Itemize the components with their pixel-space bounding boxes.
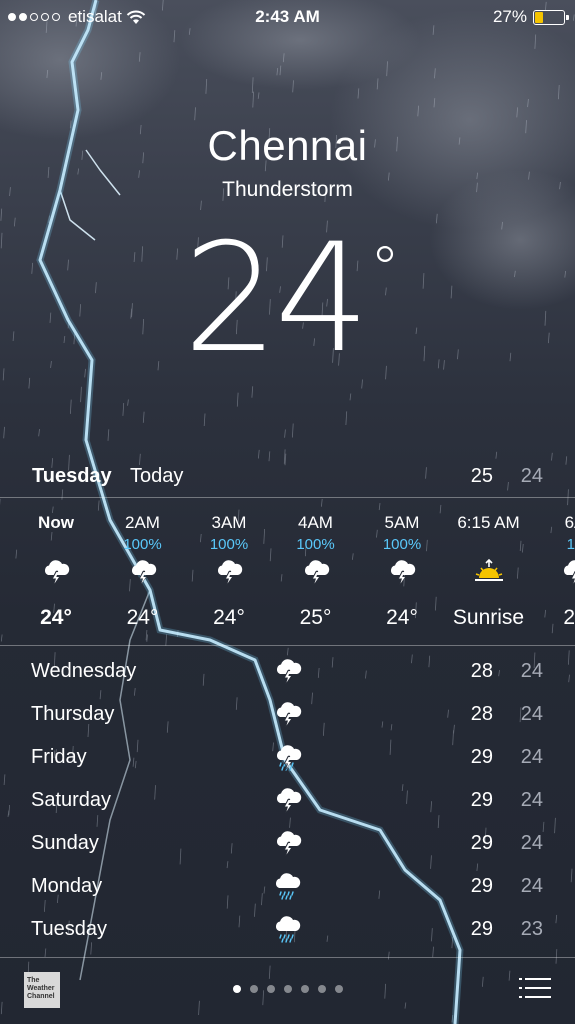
hourly-time: 4AM	[298, 513, 333, 532]
hourly-time: 2AM	[125, 513, 160, 532]
hourly-time: Now	[38, 513, 74, 532]
hourly-time: 5AM	[384, 513, 420, 532]
thunderstorm-icon	[272, 657, 304, 685]
battery-icon	[533, 9, 569, 25]
page-dot[interactable]	[266, 985, 275, 993]
hourly-temperature: 24°	[386, 606, 418, 629]
daily-low: 24	[520, 789, 543, 811]
daily-forecast-row: Friday 29 24	[0, 736, 575, 779]
thunderstorm-icon	[559, 558, 575, 586]
daily-forecast-row: Wednesday 28 24	[0, 650, 575, 693]
daily-day-name: Monday	[31, 875, 103, 897]
daily-day-name: Saturday	[31, 789, 112, 811]
thunderstorm-icon	[386, 558, 418, 586]
thunderstorm-icon	[127, 558, 159, 586]
hourly-temperature: 24°	[126, 606, 159, 629]
sunrise-icon	[473, 558, 505, 586]
daily-low: 24	[520, 746, 543, 768]
current-temperature-value: 24	[183, 212, 370, 386]
daily-high: 29	[470, 789, 493, 811]
footer-bar: The Weather Channel	[0, 958, 575, 1024]
city-name: Chennai	[207, 122, 368, 169]
today-high: 25	[470, 465, 493, 487]
page-dot[interactable]	[249, 985, 258, 993]
rain-icon	[272, 915, 304, 943]
daily-low: 24	[520, 660, 543, 682]
city-list-icon[interactable]	[519, 976, 551, 1000]
thunderstorm-icon	[272, 786, 304, 814]
daily-low: 23	[520, 918, 543, 940]
daily-low: 24	[520, 832, 543, 854]
page-dot[interactable]	[232, 985, 241, 993]
hourly-forecast-strip[interactable]: Now 24° 2AM 100% 24° 3AM 100% 24° 4AM 100% 25° 5AM 1…	[0, 498, 575, 646]
battery-group: 27%	[492, 7, 569, 27]
rain-thunder-icon	[272, 743, 304, 771]
page-dot[interactable]	[317, 985, 326, 993]
page-indicator[interactable]	[0, 985, 575, 993]
daily-forecast-row: Tuesday 29 23	[0, 908, 575, 951]
daily-forecast-row: Thursday 28 24	[0, 693, 575, 736]
daily-forecast-row: Sunday 29 24	[0, 822, 575, 865]
daily-forecast-row: Monday 29 24	[0, 865, 575, 908]
today-label: Today	[130, 465, 184, 487]
page-dot[interactable]	[334, 985, 343, 993]
hourly-temperature: 25°	[299, 606, 332, 629]
hourly-temperature: 24	[563, 606, 575, 629]
current-temperature: 24°	[0, 212, 575, 386]
hourly-precip-chance: 100%	[209, 536, 249, 553]
daily-day-name: Thursday	[31, 703, 115, 725]
hourly-precip-chance: 100%	[296, 536, 335, 553]
daily-day-name: Sunday	[31, 832, 99, 854]
thunderstorm-icon	[272, 829, 304, 857]
hourly-time: 6:15 AM	[457, 513, 520, 532]
thunderstorm-icon	[300, 558, 332, 586]
daily-day-name: Tuesday	[31, 918, 107, 940]
page-dot[interactable]	[300, 985, 309, 993]
daily-day-name: Wednesday	[31, 660, 137, 682]
daily-high: 29	[470, 918, 493, 940]
battery-percent: 27%	[492, 7, 527, 26]
page-dot[interactable]	[283, 985, 292, 993]
daily-low: 24	[520, 703, 543, 725]
today-summary-row: Tuesday Today 25 24	[0, 462, 575, 492]
hourly-precip-chance: 100%	[123, 536, 162, 553]
daily-high: 28	[470, 703, 493, 725]
hourly-temperature: 24°	[213, 606, 245, 629]
daily-day-name: Friday	[31, 746, 87, 768]
daily-forecast-row: Saturday 29 24	[0, 779, 575, 822]
hourly-temperature: Sunrise	[452, 606, 525, 629]
current-condition: Thunderstorm	[222, 178, 353, 201]
thunderstorm-icon	[40, 558, 72, 586]
thunderstorm-icon	[213, 558, 245, 586]
hourly-time: 6A	[564, 513, 575, 532]
thunderstorm-icon	[272, 700, 304, 728]
daily-high: 29	[470, 832, 493, 854]
today-day-name: Tuesday	[32, 465, 112, 487]
divider	[0, 645, 575, 646]
hourly-time: 3AM	[211, 513, 247, 532]
status-time: 2:43 AM	[255, 7, 320, 26]
daily-high: 29	[470, 746, 493, 768]
daily-low: 24	[520, 875, 543, 897]
hourly-temperature: 24°	[40, 606, 72, 629]
hourly-precip-chance: 100%	[382, 536, 422, 553]
status-bar: etisalat 2:43 AM 27%	[0, 0, 575, 34]
daily-high: 29	[470, 875, 493, 897]
daily-high: 28	[470, 660, 493, 682]
degree-symbol: °	[369, 234, 400, 304]
today-low: 24	[520, 465, 543, 487]
hourly-precip-chance: 10	[566, 536, 575, 553]
rain-icon	[272, 872, 304, 900]
